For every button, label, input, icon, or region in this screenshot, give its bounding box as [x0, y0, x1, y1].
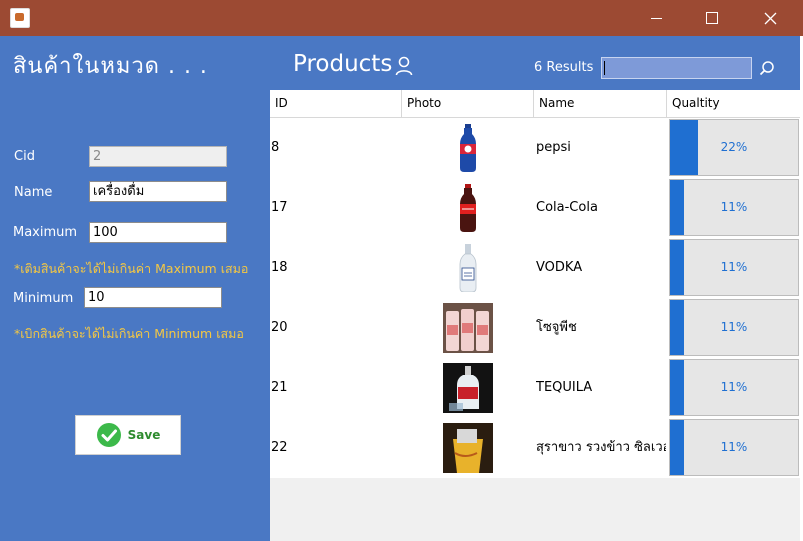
minimum-field[interactable]: 10	[84, 287, 222, 308]
soju-cans-icon	[443, 303, 493, 353]
search-icon[interactable]	[759, 60, 775, 76]
table-row[interactable]: 21 TEQUILA 11%	[270, 358, 800, 418]
user-icon[interactable]	[395, 56, 413, 76]
minimize-button[interactable]	[633, 0, 679, 36]
name-field[interactable]: เครื่องดื่ม	[89, 181, 227, 202]
column-header-name[interactable]: Name	[534, 90, 667, 117]
table-header: ID Photo Name Qualtity	[270, 90, 800, 118]
cid-label: Cid	[14, 149, 35, 164]
cell-name: VODKA	[536, 260, 583, 275]
product-photo	[402, 178, 534, 238]
cell-name: Cola-Cola	[536, 200, 598, 215]
window-titlebar	[0, 0, 803, 36]
product-photo	[402, 418, 534, 478]
save-label: Save	[127, 428, 161, 442]
quantity-progress: 22%	[669, 119, 799, 176]
results-count: 6 Results	[534, 60, 594, 75]
quantity-text: 11%	[720, 320, 748, 334]
cell-id: 22	[271, 440, 288, 455]
product-photo	[402, 118, 534, 178]
close-icon	[764, 12, 776, 24]
column-header-quantity[interactable]: Qualtity	[667, 90, 800, 117]
table-row[interactable]: 8 pepsi 22%	[270, 118, 800, 178]
rice-liquor-icon	[443, 423, 493, 473]
name-label: Name	[14, 185, 53, 200]
quantity-progress: 11%	[669, 359, 799, 416]
cell-id: 8	[271, 140, 280, 155]
tequila-bottle-icon	[443, 363, 493, 413]
maximum-field[interactable]: 100	[89, 222, 227, 243]
maximize-button[interactable]	[689, 0, 735, 36]
maximize-icon	[706, 12, 718, 24]
maximum-label: Maximum	[13, 225, 78, 240]
product-photo	[402, 358, 534, 418]
quantity-text: 11%	[720, 380, 748, 394]
quantity-progress: 11%	[669, 179, 799, 236]
cell-name: pepsi	[536, 140, 571, 155]
cell-id: 20	[271, 320, 288, 335]
check-circle-icon	[96, 423, 121, 447]
quantity-text: 11%	[720, 260, 748, 274]
column-header-id[interactable]: ID	[270, 90, 402, 117]
table-row[interactable]: 18 VODKA 11%	[270, 238, 800, 298]
quantity-text: 11%	[720, 200, 748, 214]
cell-name: สุราขาว รวงข้าว ซิลเวอร์	[536, 440, 666, 455]
table-row[interactable]: 17 Cola-Cola 11%	[270, 178, 800, 238]
maximum-note: *เติมสินค้าจะได้ไม่เกินค่า Maximum เสมอ	[14, 261, 249, 276]
quantity-text: 22%	[720, 140, 748, 154]
page-title: Products	[293, 51, 393, 77]
search-input[interactable]	[601, 57, 752, 79]
pepsi-bottle-icon	[460, 124, 476, 172]
cell-id: 18	[271, 260, 288, 275]
cid-field: 2	[89, 146, 227, 167]
cell-name: โซจูพีช	[536, 320, 577, 335]
quantity-progress: 11%	[669, 419, 799, 476]
minimum-label: Minimum	[13, 291, 74, 306]
cell-name: TEQUILA	[536, 380, 593, 395]
category-title: สินค้าในหมวด . . .	[13, 54, 208, 79]
cell-id: 21	[271, 380, 288, 395]
close-button[interactable]	[747, 0, 793, 36]
cell-id: 17	[271, 200, 288, 215]
column-header-photo[interactable]: Photo	[402, 90, 534, 117]
table-row[interactable]: 20 โซจูพีช 11%	[270, 298, 800, 358]
cola-bottle-icon	[460, 184, 476, 232]
table-body: 8 pepsi 22% 17 Cola-Cola 11% 18 VODKA 11…	[270, 118, 800, 478]
vodka-bottle-icon	[459, 244, 477, 292]
product-photo	[402, 238, 534, 298]
quantity-text: 11%	[720, 440, 748, 454]
quantity-progress: 11%	[669, 299, 799, 356]
java-app-icon	[10, 8, 30, 28]
table-row[interactable]: 22 สุราขาว รวงข้าว ซิลเวอร์ 11%	[270, 418, 800, 478]
save-button[interactable]: Save	[75, 415, 181, 455]
product-photo	[402, 298, 534, 358]
minimum-note: *เบิกสินค้าจะได้ไม่เกินค่า Minimum เสมอ	[14, 326, 244, 341]
quantity-progress: 11%	[669, 239, 799, 296]
minimize-icon	[650, 17, 662, 19]
